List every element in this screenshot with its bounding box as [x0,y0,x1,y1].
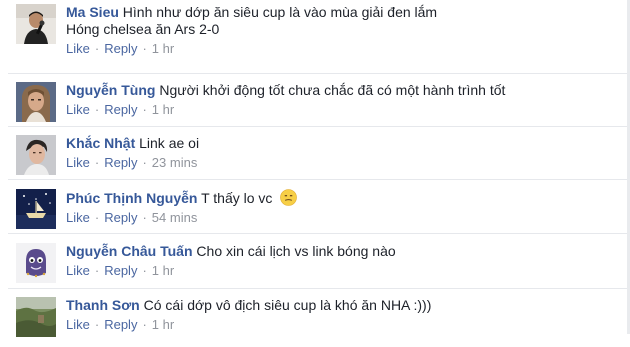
separator: · [94,155,100,170]
separator: · [142,155,147,170]
long-haired-man-photo-icon [16,82,56,122]
separator: · [94,41,100,56]
comment-author-link[interactable]: Khắc Nhật [66,135,135,151]
comment-line: Nguyễn Châu Tuấn Cho xin cái lịch vs lin… [66,243,616,260]
comment-timestamp[interactable]: 1 hr [152,263,174,278]
separator: · [94,102,100,117]
comment-body: Phúc Thịnh Nguyễn T thấy lo vc Like · Repl… [66,189,616,226]
like-link[interactable]: Like [66,210,90,225]
comment-item: Nguyễn Tùng Người khởi động tốt chưa chắ… [16,82,616,132]
reply-link[interactable]: Reply [104,155,137,170]
comment-divider [8,126,630,127]
confused-face-emoji-icon [280,189,298,206]
separator: · [142,210,147,225]
comment-item: Thanh Sơn Có cái dớp vô địch siêu cup là… [16,297,616,347]
comment-actions: Like · Reply · 1 hr [66,41,616,57]
comment-text: Có cái dớp vô địch siêu cup là khó ăn NH… [143,297,432,313]
like-link[interactable]: Like [66,317,90,332]
cartoon-character-avatar-icon [16,243,56,283]
comment-actions: Like · Reply · 1 hr [66,102,616,118]
comment-item: Ma Sieu Hình như dớp ăn siêu cup là vào … [16,4,616,57]
separator: · [142,263,147,278]
comment-body: Thanh Sơn Có cái dớp vô địch siêu cup là… [66,297,616,333]
comment-author-link[interactable]: Nguyễn Châu Tuấn [66,243,193,259]
comment-author-link[interactable]: Thanh Sơn [66,297,140,313]
comment-actions: Like · Reply · 1 hr [66,317,616,333]
separator: · [142,317,147,332]
avatar[interactable] [16,82,56,122]
like-link[interactable]: Like [66,155,90,170]
comment-text: Hình như dớp ăn siêu cup là vào mùa giải… [122,4,438,20]
comment-timestamp[interactable]: 54 mins [152,210,198,225]
night-boat-scene-photo-icon [16,189,56,229]
comment-text: T thấy lo vc [201,190,273,206]
comment-line: Ma Sieu Hình như dớp ăn siêu cup là vào … [66,4,616,21]
comment-text: Cho xin cái lịch vs link bóng nào [196,243,396,259]
comment-body: Khắc Nhật Link ae oi Like · Reply · 23 mins [66,135,616,171]
comment-body: Nguyễn Tùng Người khởi động tốt chưa chắ… [66,82,616,118]
reply-link[interactable]: Reply [104,102,137,117]
comment-author-link[interactable]: Nguyễn Tùng [66,82,155,98]
comment-line: Thanh Sơn Có cái dớp vô địch siêu cup là… [66,297,616,314]
comment-timestamp[interactable]: 1 hr [152,102,174,117]
separator: · [94,317,100,332]
reply-link[interactable]: Reply [104,317,137,332]
comment-actions: Like · Reply · 54 mins [66,210,616,226]
comment-actions: Like · Reply · 1 hr [66,263,616,279]
comment-text: Người khởi động tốt chưa chắc đã có một … [159,82,506,98]
like-link[interactable]: Like [66,263,90,278]
man-with-microphone-photo-icon [16,4,56,44]
avatar[interactable] [16,243,56,283]
comment-author-link[interactable]: Phúc Thịnh Nguyễn [66,190,197,206]
comment-line: Nguyễn Tùng Người khởi động tốt chưa chắ… [66,82,616,99]
comment-divider [8,73,630,74]
comment-divider [8,179,630,180]
avatar[interactable] [16,4,56,44]
young-man-portrait-photo-icon [16,135,56,175]
comment-line: Phúc Thịnh Nguyễn T thấy lo vc [66,189,616,207]
avatar[interactable] [16,189,56,229]
like-link[interactable]: Like [66,41,90,56]
avatar[interactable] [16,135,56,175]
comment-actions: Like · Reply · 23 mins [66,155,616,171]
comment-timestamp[interactable]: 23 mins [152,155,198,170]
comment-timestamp[interactable]: 1 hr [152,41,174,56]
comment-line: Khắc Nhật Link ae oi [66,135,616,152]
comment-item: Nguyễn Châu Tuấn Cho xin cái lịch vs lin… [16,243,616,293]
reply-link[interactable]: Reply [104,210,137,225]
reply-link[interactable]: Reply [104,41,137,56]
avatar[interactable] [16,297,56,337]
reply-link[interactable]: Reply [104,263,137,278]
comment-timestamp[interactable]: 1 hr [152,317,174,332]
comment-divider [8,233,630,234]
separator: · [94,210,100,225]
comment-divider [8,288,630,289]
comment-body: Nguyễn Châu Tuấn Cho xin cái lịch vs lin… [66,243,616,279]
comment-list: Ma Sieu Hình như dớp ăn siêu cup là vào … [0,0,630,337]
comment-text-continued: Hóng chelsea ăn Ars 2-0 [66,21,220,37]
like-link[interactable]: Like [66,102,90,117]
comment-text: Link ae oi [139,135,200,151]
separator: · [94,263,100,278]
comment-author-link[interactable]: Ma Sieu [66,4,119,20]
comment-item: Phúc Thịnh Nguyễn T thấy lo vc Like · Repl… [16,189,616,239]
separator: · [142,41,147,56]
comment-body: Ma Sieu Hình như dớp ăn siêu cup là vào … [66,4,616,57]
separator: · [142,102,147,117]
comment-item: Khắc Nhật Link ae oi Like · Reply · 23 mins [16,135,616,185]
outdoor-landscape-photo-icon [16,297,56,337]
